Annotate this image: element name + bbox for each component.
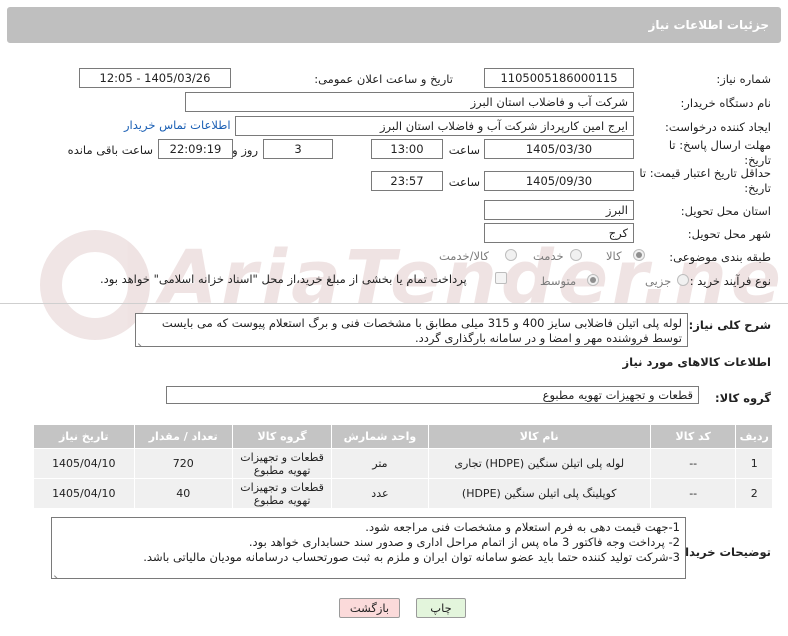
process-radio-minor[interactable] — [677, 274, 689, 286]
buyer-note-line-2: 2- پرداخت وجه فاکتور 3 ماه پس از اتمام م… — [248, 535, 680, 549]
city-label: شهر محل تحویل: — [687, 227, 771, 241]
cell-group: قطعات و تجهیزات تهویه مطبوع — [231, 448, 333, 479]
cell-name: کوپلینگ پلی اتیلن سنگین (HDPE) — [427, 478, 651, 509]
header-bar: جزئیات اطلاعات نیاز — [6, 6, 782, 44]
cell-code: -- — [649, 448, 737, 479]
category-radio-goods[interactable] — [633, 249, 645, 261]
remaining-time-field[interactable]: 22:09:19 — [158, 139, 233, 159]
cell-unit: عدد — [331, 478, 429, 509]
buyer-contact-link[interactable]: اطلاعات تماس خریدار — [124, 118, 231, 132]
buyer-note-line-3: 3-شرکت تولید کننده حتما باید عضو سامانه … — [143, 550, 680, 564]
resize-handle-icon[interactable] — [138, 336, 146, 344]
announce-date-label: تاریخ و ساعت اعلان عمومی: — [314, 72, 453, 86]
days-field[interactable]: 3 — [263, 139, 333, 159]
description-textarea[interactable]: لوله پلی اتیلن فاضلابی سایز 400 و 315 می… — [135, 313, 688, 347]
category-label: طبقه بندی موضوعی: — [669, 250, 771, 264]
cell-need-date: 1405/04/10 — [33, 478, 135, 509]
treasury-payment-checkbox[interactable] — [495, 272, 507, 284]
cell-quantity: 720 — [133, 448, 233, 479]
cell-need-date: 1405/04/10 — [33, 448, 135, 479]
buyer-notes-label: توضیحات خریدار: — [673, 545, 771, 559]
print-button[interactable]: چاپ — [416, 598, 466, 618]
buyer-notes-textarea[interactable]: 1-جهت قیمت دهی به فرم استعلام و مشخصات ف… — [51, 517, 686, 579]
category-option-service: خدمت — [533, 249, 564, 263]
table-row[interactable]: 2 -- کوپلینگ پلی اتیلن سنگین (HDPE) عدد … — [33, 478, 773, 509]
goods-group-field[interactable]: قطعات و تجهیزات تهویه مطبوع — [166, 386, 699, 404]
cell-group: قطعات و تجهیزات تهویه مطبوع — [231, 478, 333, 509]
table-row[interactable]: 1 -- لوله پلی اتیلن سنگین (HDPE) تجاری م… — [33, 448, 773, 479]
resize-handle-icon[interactable] — [54, 568, 62, 576]
description-label: شرح کلی نیاز: — [688, 318, 771, 332]
col-row: ردیف — [735, 424, 773, 449]
deadline-time-field[interactable]: 13:00 — [371, 139, 443, 159]
category-radio-service[interactable] — [570, 249, 582, 261]
validity-time-field[interactable]: 23:57 — [371, 171, 443, 191]
need-number-field[interactable]: 1105005186000115 — [484, 68, 634, 88]
province-label: استان محل تحویل: — [680, 204, 771, 218]
creator-field[interactable]: ایرج امین کارپرداز شرکت آب و فاضلاب استا… — [235, 116, 634, 136]
col-group: گروه کالا — [231, 424, 333, 449]
separator — [0, 303, 788, 304]
validity-date-field[interactable]: 1405/09/30 — [484, 171, 634, 191]
creator-label: ایجاد کننده درخواست: — [665, 120, 771, 134]
province-field[interactable]: البرز — [484, 200, 634, 220]
goods-group-label: گروه کالا: — [715, 391, 771, 405]
remaining-time-label: ساعت باقی مانده — [67, 143, 153, 157]
deadline-time-label: ساعت — [448, 143, 480, 157]
process-option-minor: جزیی — [645, 274, 672, 288]
cell-row: 2 — [735, 478, 773, 509]
category-option-goods-service: کالا/خدمت — [439, 249, 490, 263]
back-button[interactable]: بازگشت — [339, 598, 400, 618]
category-radio-goods-service[interactable] — [505, 249, 517, 261]
buyer-org-field[interactable]: شرکت آب و فاضلاب استان البرز — [185, 92, 634, 112]
validity-time-label: ساعت — [448, 175, 480, 189]
deadline-date-field[interactable]: 1405/03/30 — [484, 139, 634, 159]
cell-unit: متر — [331, 448, 429, 479]
price-validity-label: حداقل تاریخ اعتبار قیمت: تا تاریخ: — [639, 166, 771, 195]
buyer-org-label: نام دستگاه خریدار: — [680, 96, 771, 110]
goods-table: ردیف کد کالا نام کالا واحد شمارش گروه کا… — [33, 424, 773, 509]
col-code: کد کالا — [649, 424, 737, 449]
goods-section-title: اطلاعات کالاهای مورد نیاز — [622, 355, 771, 369]
col-quantity: تعداد / مقدار — [133, 424, 233, 449]
cell-name: لوله پلی اتیلن سنگین (HDPE) تجاری — [427, 448, 651, 479]
process-type-label: نوع فرآیند خرید : — [689, 274, 771, 288]
deadline-label: مهلت ارسال پاسخ: تا تاریخ: — [668, 138, 771, 167]
need-details-page: جزئیات اطلاعات نیاز AriaTender.neT شماره… — [0, 0, 788, 636]
process-option-medium: متوسط — [540, 274, 577, 288]
col-name: نام کالا — [427, 424, 651, 449]
buyer-note-line-1: 1-جهت قیمت دهی به فرم استعلام و مشخصات ف… — [365, 520, 680, 534]
category-option-goods: کالا — [606, 249, 622, 263]
treasury-payment-note: پرداخت تمام یا بخشی از مبلغ خرید،از محل … — [100, 272, 467, 286]
process-radio-medium[interactable] — [587, 274, 599, 286]
table-header-row: ردیف کد کالا نام کالا واحد شمارش گروه کا… — [33, 424, 773, 449]
announce-date-field[interactable]: 1405/03/26 - 12:05 — [79, 68, 231, 88]
col-need-date: تاریخ نیاز — [33, 424, 135, 449]
cell-quantity: 40 — [133, 478, 233, 509]
need-number-label: شماره نیاز: — [716, 72, 771, 86]
page-title: جزئیات اطلاعات نیاز — [648, 18, 769, 32]
description-text: لوله پلی اتیلن فاضلابی سایز 400 و 315 می… — [161, 316, 682, 345]
cell-row: 1 — [735, 448, 773, 479]
col-unit: واحد شمارش — [331, 424, 429, 449]
cell-code: -- — [649, 478, 737, 509]
days-label: روز و — [232, 143, 258, 157]
city-field[interactable]: کرج — [484, 223, 634, 243]
